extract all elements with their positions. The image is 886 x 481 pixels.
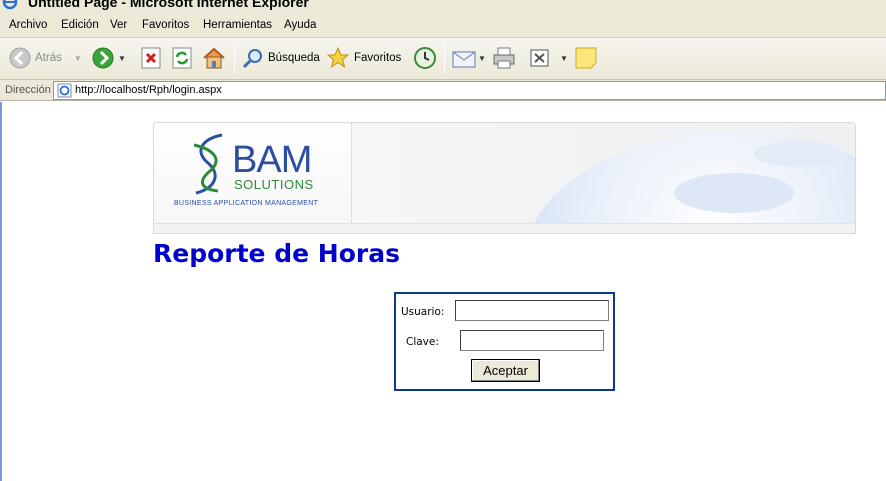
- globe-land: [674, 173, 794, 213]
- stop-icon: [141, 47, 161, 69]
- back-label: Atrás: [35, 52, 62, 64]
- logo-panel: BAM SOLUTIONS BUSINESS APPLICATION MANAG…: [154, 123, 352, 233]
- mail-icon: [452, 51, 476, 68]
- history-button[interactable]: [413, 46, 437, 70]
- menu-edicion[interactable]: Edición: [61, 19, 99, 31]
- forward-arrow-icon: [92, 47, 114, 69]
- favorites-label: Favoritos: [354, 52, 402, 64]
- logo-tagline: BUSINESS APPLICATION MANAGEMENT: [174, 200, 319, 207]
- back-button[interactable]: Atrás ▼: [9, 47, 82, 69]
- home-icon: [203, 47, 225, 69]
- forward-dropdown-icon: ▼: [118, 53, 126, 63]
- forward-button[interactable]: ▼: [92, 47, 126, 69]
- stop-button[interactable]: [141, 47, 161, 69]
- note-icon: [575, 47, 597, 69]
- back-dropdown-icon: ▼: [73, 53, 82, 63]
- ie-page-icon: [57, 83, 72, 98]
- edit-button[interactable]: ▼: [530, 48, 568, 68]
- refresh-button[interactable]: [172, 47, 192, 69]
- messenger-button[interactable]: [575, 47, 597, 69]
- accept-button[interactable]: Aceptar: [471, 359, 540, 382]
- globe-land: [754, 141, 844, 167]
- logo-wordmark: BAM: [232, 139, 312, 181]
- menu-ayuda[interactable]: Ayuda: [284, 19, 316, 31]
- mail-button[interactable]: ▼: [452, 47, 486, 69]
- title-bar: Untitled Page - Microsoft Internet Explo…: [0, 0, 886, 12]
- password-input[interactable]: [460, 330, 604, 351]
- refresh-icon: [172, 47, 192, 69]
- logo-subtitle: SOLUTIONS: [234, 177, 314, 192]
- header-banner: BAM SOLUTIONS BUSINESS APPLICATION MANAG…: [153, 122, 856, 234]
- banner-bottom-strip: [154, 223, 855, 233]
- browser-window: Untitled Page - Microsoft Internet Explo…: [0, 0, 886, 481]
- internet-explorer-icon: [2, 0, 18, 10]
- favorites-button[interactable]: Favoritos: [326, 46, 401, 70]
- window-title: Untitled Page - Microsoft Internet Explo…: [28, 0, 309, 10]
- toolbar: Atrás ▼ ▼ Búsqueda Favoritos ▼ ▼: [0, 38, 886, 80]
- star-icon: [326, 46, 350, 69]
- address-label: Dirección: [5, 84, 51, 96]
- password-label: Clave:: [406, 336, 439, 348]
- menu-bar: Archivo Edición Ver Favoritos Herramient…: [0, 12, 886, 38]
- search-label: Búsqueda: [268, 52, 320, 64]
- print-button[interactable]: [492, 46, 516, 70]
- menu-ver[interactable]: Ver: [110, 19, 127, 31]
- username-input[interactable]: [455, 300, 609, 321]
- page-content: BAM SOLUTIONS BUSINESS APPLICATION MANAG…: [0, 102, 886, 481]
- history-icon: [414, 47, 436, 69]
- search-icon: [242, 49, 262, 69]
- menu-herramientas[interactable]: Herramientas: [203, 19, 272, 31]
- printer-icon: [493, 47, 515, 69]
- edit-dropdown-icon: ▼: [560, 53, 568, 63]
- menu-favoritos[interactable]: Favoritos: [142, 19, 189, 31]
- home-button[interactable]: [202, 46, 226, 70]
- address-bar: Dirección http://localhost/Rph/login.asp…: [0, 80, 886, 101]
- address-url: http://localhost/Rph/login.aspx: [75, 84, 222, 96]
- page-title: Reporte de Horas: [153, 239, 400, 268]
- search-button[interactable]: Búsqueda: [242, 47, 320, 69]
- address-input[interactable]: http://localhost/Rph/login.aspx: [53, 81, 886, 100]
- bam-logo-icon: [193, 133, 223, 195]
- toolbar-separator: [234, 44, 235, 74]
- back-arrow-icon: [9, 47, 31, 69]
- menu-archivo[interactable]: Archivo: [9, 19, 47, 31]
- login-form: Usuario: Clave: Aceptar: [394, 292, 615, 391]
- username-label: Usuario:: [401, 306, 445, 318]
- mail-dropdown-icon: ▼: [478, 53, 486, 63]
- toolbar-separator: [444, 44, 445, 74]
- edit-document-icon: [530, 49, 549, 67]
